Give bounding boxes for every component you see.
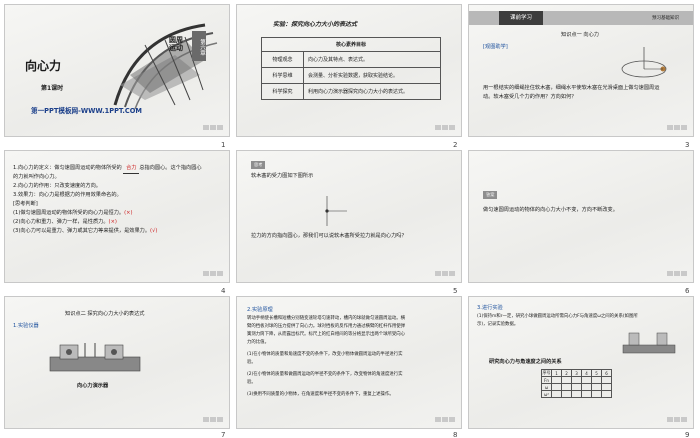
slide-nav-icons	[435, 271, 455, 276]
slide-number-7: 7	[221, 431, 226, 438]
slide-nav-icons	[667, 271, 687, 276]
slide-thumbnail-5[interactable]: 思考 软木塞的受力图如下图所示 拉力的方向指向圆心，那我们可以说软木塞所受拉力就…	[236, 150, 462, 283]
apparatus-caption: 向心力演示器	[77, 383, 109, 389]
table-row: 序号 1 2 3 4 5 6	[541, 369, 612, 377]
judge-line-3: (3)向心力可以是重力、弹力或其它力等来提供，是效果力。(√)	[13, 228, 158, 234]
chapter-stamp: 第六章	[192, 31, 206, 61]
slide-number-6: 6	[685, 287, 690, 295]
data-table: 序号 1 2 3 4 5 6 Fn ω ω²	[541, 369, 612, 398]
force-diagram	[325, 196, 347, 226]
slide-thumbnail-3[interactable]: 课前学习 预习基础知识 知识点一 向心力 [观图助学] 用一根结实的细绳拴住软木…	[468, 4, 694, 137]
question-text-1: 软木塞的受力图如下图所示	[251, 173, 314, 179]
slide-number-5: 5	[453, 287, 458, 295]
circular-motion-illustration	[113, 23, 218, 110]
slide-thumbnail-2[interactable]: 实验：探究向心力大小的表达式 核心素养目标 物理观念 向心力及其特点、表达式。 科…	[236, 4, 462, 137]
header-tab: 课前学习	[499, 11, 543, 25]
section-label: 3.进行实验	[477, 305, 503, 311]
slide-number-2: 2	[453, 141, 458, 149]
text-line: 示)，记录实验数据。	[477, 322, 519, 327]
text-line: 3.效果力：向心力是根据力的作用效果命名的。	[13, 192, 122, 198]
slide-nav-icons	[435, 125, 455, 130]
section-title: 知识点一 向心力	[561, 32, 599, 38]
section-label: 1.实验仪器	[13, 323, 39, 329]
experiment-apparatus-image	[622, 332, 676, 354]
question-text-1: 用一根结实的细绳拴住软木塞，细绳水平使软木塞在光滑桌面上做匀速圆周运	[483, 85, 660, 91]
section-label: [观图助学]	[483, 44, 508, 50]
text-line: 验。	[247, 360, 256, 365]
answer-label: 答案	[483, 191, 498, 199]
text-line: (2)在小物体的质量和做圆周运动的半径不变的条件下，改变物体的角速度进行实	[247, 372, 403, 377]
slide-number-3: 3	[685, 141, 690, 149]
slide-title: 向心力	[25, 59, 62, 73]
slide-number-9: 9	[685, 431, 690, 438]
slide-nav-icons	[435, 417, 455, 422]
text-line: 臂的挡板对球的压力提供了向心力。球对挡板的反作用力通过横臂的杠杆作用使弹	[247, 324, 406, 329]
judge-line-1: (1)做匀速圆周运动的物体所受的向心力是恒力。(×)	[13, 210, 133, 216]
text-line: (1)在小物体的质量和角速度不变的条件下，改变小物体做圆周运动的半径进行实	[247, 352, 403, 357]
slide-thumbnail-9[interactable]: 3.进行实验 (1)保持m和r一定，研究小球做圆周运动所需向心力F与角速度ω之间…	[468, 296, 694, 429]
header-right-label: 预习基础知识	[652, 16, 679, 21]
text-line: [思考判断]	[13, 201, 38, 207]
slide-nav-icons	[203, 125, 223, 130]
judge-line-2: (2)向心力和重力、弹力一样，是性质力。(×)	[13, 219, 117, 225]
table-header: 核心素养目标	[261, 37, 441, 52]
slide-subtitle: 第1课时	[41, 85, 64, 92]
table-title: 研究向心力与角速度之间的关系	[489, 359, 562, 365]
slide-number-4: 4	[221, 287, 226, 295]
table-row: 科学探究 利用向心力演示器探究向心力大小的表达式。	[261, 83, 441, 100]
text-line: (3)换用不同质量的小物体，在角速度和半径不变的条件下，重复上述操作。	[247, 392, 394, 397]
text-line: 转动手柄使长槽和短槽分别随变速轮塔匀速转动，槽内的球就做匀速圆周运动。横	[247, 316, 406, 321]
slide-nav-icons	[203, 417, 223, 422]
question-text-2: 拉力的方向指向圆心，那我们可以说软木塞所受拉力就是向心力吗？	[251, 233, 407, 239]
slide-thumbnail-4[interactable]: 1.向心力的定义：做匀速圆周运动的物体所受的 合力 总指向圆心。这个指向圆心 的力…	[4, 150, 230, 283]
slide-number-1: 1	[221, 141, 226, 149]
text-line: 的力就叫作向心力。	[13, 174, 60, 180]
slide-nav-icons	[667, 417, 687, 422]
chapter-title: 圆周运动	[169, 36, 183, 53]
cork-illustration	[621, 47, 667, 78]
section-title: 知识点二 探究向心力大小的表达式	[65, 311, 145, 317]
slide-heading: 实验：探究向心力大小的表达式	[273, 21, 358, 28]
fill-blank: 合力	[123, 165, 140, 174]
table-row: 科学思维 会测量、分析实验数据，获取实验结论。	[261, 67, 441, 84]
definition-line: 1.向心力的定义：做匀速圆周运动的物体所受的 合力 总指向圆心。这个指向圆心	[13, 165, 202, 174]
centripetal-apparatus-image	[49, 343, 141, 372]
text-line: 2.向心力的作用：只改变速度的方向。	[13, 183, 101, 189]
table-row: ω²	[541, 390, 612, 398]
text-line: (1)保持m和r一定，研究小球做圆周运动所需向心力F与角速度ω之间的关系(如图所	[477, 314, 638, 319]
website-text: 第一PPT模板网-WWW.1PPT.COM	[31, 107, 142, 115]
slide-thumbnail-7[interactable]: 知识点二 探究向心力大小的表达式 1.实验仪器 向心力演示器	[4, 296, 230, 429]
slide-number-8: 8	[453, 431, 458, 438]
table-row: 物理观念 向心力及其特点、表达式。	[261, 51, 441, 68]
text-line: 簧测力筒下降，从而露出标尺。标尺上的红白相间的等分格显示出两个球所受向心	[247, 332, 406, 337]
section-label: 2.实验原理	[247, 307, 273, 313]
slide-thumbnail-8[interactable]: 2.实验原理 转动手柄使长槽和短槽分别随变速轮塔匀速转动，槽内的球就做匀速圆周运…	[236, 296, 462, 429]
think-label: 思考	[251, 161, 266, 169]
answer-text: 做匀速圆周运动的物体的向心力大小不变，方向不断改变。	[483, 207, 618, 213]
text-line: 力的比值。	[247, 340, 269, 345]
table-row: ω	[541, 383, 612, 391]
slide-thumbnail-6[interactable]: 答案 做匀速圆周运动的物体的向心力大小不变，方向不断改变。	[468, 150, 694, 283]
table-row: Fn	[541, 376, 612, 384]
slide-nav-icons	[203, 271, 223, 276]
slide-thumbnail-1[interactable]: 圆周运动 第六章 向心力 第1课时 第一PPT模板网-WWW.1PPT.COM	[4, 4, 230, 137]
text-line: 验。	[247, 380, 256, 385]
core-literacy-table: 核心素养目标 物理观念 向心力及其特点、表达式。 科学思维 会测量、分析实验数据，获…	[261, 37, 441, 100]
question-text-2: 动。软木塞受几个力的作用？方向如何？	[483, 94, 577, 100]
slide-nav-icons	[667, 125, 687, 130]
